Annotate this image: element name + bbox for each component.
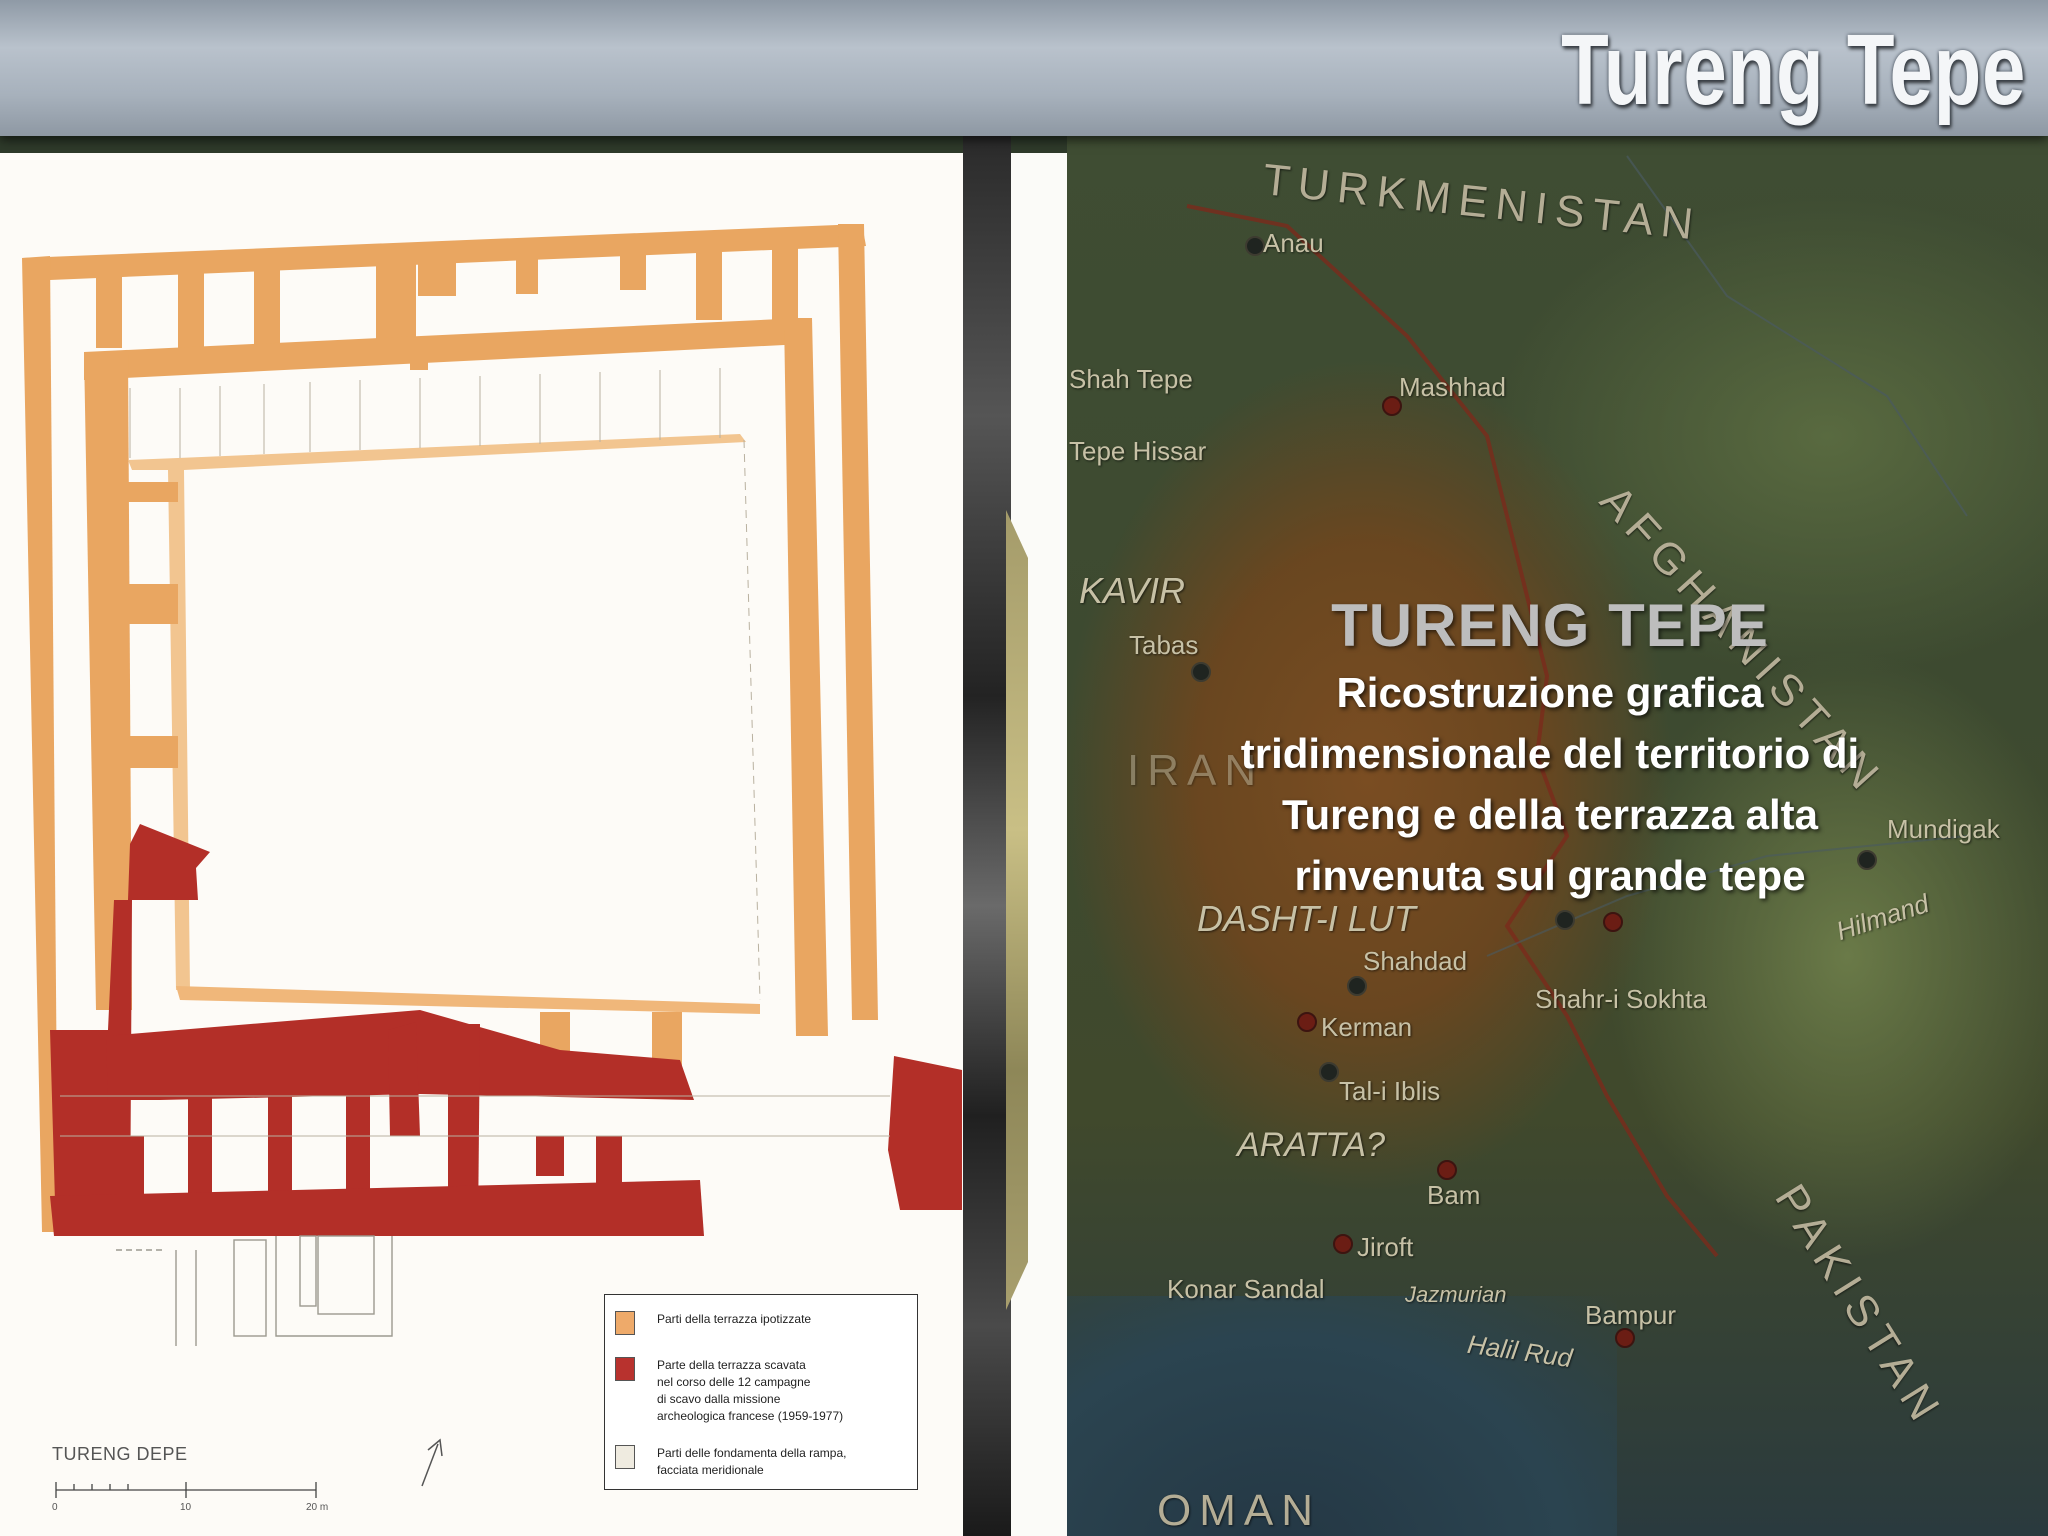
terrain-model-wedge bbox=[1006, 510, 1028, 1310]
map-place-jazmurian: Jazmurian bbox=[1405, 1282, 1507, 1307]
header-bar: Tureng Tepe bbox=[0, 0, 2048, 136]
map-marker bbox=[1603, 912, 1623, 932]
map-place-shahr-i-sokhta: Shahr-i Sokhta bbox=[1535, 984, 1707, 1014]
map-label-oman: OMAN bbox=[1157, 1486, 1321, 1535]
scale-start: 0 bbox=[52, 1502, 58, 1513]
plan-legend: Parti della terrazza ipotizzate Parte de… bbox=[604, 1294, 918, 1490]
map-place-anau: Anau bbox=[1263, 228, 1324, 258]
map-place-kerman: Kerman bbox=[1321, 1012, 1413, 1042]
scale-mid: 10 bbox=[180, 1502, 192, 1513]
map-place-bam: Bam bbox=[1427, 1180, 1481, 1210]
caption-line: rinvenuta sul grande tepe bbox=[1294, 852, 1806, 899]
legend-swatch-excavated bbox=[615, 1357, 635, 1381]
map-marker bbox=[1319, 1062, 1339, 1082]
legend-item-excavated: Parte della terrazza scavata nel corso d… bbox=[615, 1357, 897, 1425]
page-title: Tureng Tepe bbox=[1560, 14, 2026, 126]
caption-line: Tureng e della terrazza alta bbox=[1281, 791, 1819, 838]
slide-caption: TURENG TEPE Ricostruzione grafica tridim… bbox=[1150, 590, 1950, 906]
map-place-shahdad: Shahdad bbox=[1363, 946, 1468, 976]
map-marker bbox=[1437, 1160, 1457, 1180]
map-place-bampur: Bampur bbox=[1585, 1300, 1677, 1330]
map-marker bbox=[1297, 1012, 1317, 1032]
legend-swatch-hypothesized bbox=[615, 1311, 635, 1335]
scale-end: 20 m bbox=[306, 1502, 329, 1513]
legend-item-foundation: Parti delle fondamenta della rampa, facc… bbox=[615, 1445, 897, 1479]
legend-label-excavated: Parte della terrazza scavata nel corso d… bbox=[657, 1358, 844, 1423]
plan-label: TURENG DEPE bbox=[52, 1444, 188, 1464]
map-place-tal-i-iblis: Tal-i Iblis bbox=[1339, 1076, 1441, 1106]
relief-image-strip bbox=[963, 136, 1011, 1536]
caption-title: TURENG TEPE bbox=[1331, 592, 1769, 659]
legend-swatch-foundation bbox=[615, 1445, 635, 1469]
legend-label-hypothesized: Parti della terrazza ipotizzate bbox=[657, 1312, 812, 1326]
map-place-shah-tepe: Shah Tepe bbox=[1069, 364, 1193, 394]
map-marker bbox=[1615, 1328, 1635, 1348]
caption-line: Ricostruzione grafica bbox=[1336, 669, 1764, 716]
map-marker bbox=[1333, 1234, 1353, 1254]
map-marker bbox=[1245, 236, 1265, 256]
map-marker bbox=[1347, 976, 1367, 996]
legend-item-hypothesized: Parti della terrazza ipotizzate bbox=[615, 1311, 897, 1335]
map-place-jiroft: Jiroft bbox=[1357, 1232, 1414, 1262]
map-region-aratta: ARATTA? bbox=[1237, 1126, 1385, 1164]
map-place-mashhad: Mashhad bbox=[1399, 372, 1506, 402]
legend-label-foundation: Parti delle fondamenta della rampa, facc… bbox=[657, 1446, 847, 1477]
caption-line: tridimensionale del territorio di bbox=[1240, 730, 1860, 777]
map-place-konar-sandal: Konar Sandal bbox=[1167, 1274, 1325, 1304]
terrace-plan-card: TURENG DEPE 0 10 20 m Parti della terraz… bbox=[0, 153, 963, 1536]
map-place-tepe-hissar: Tepe Hissar bbox=[1069, 436, 1207, 466]
map-marker bbox=[1555, 910, 1575, 930]
